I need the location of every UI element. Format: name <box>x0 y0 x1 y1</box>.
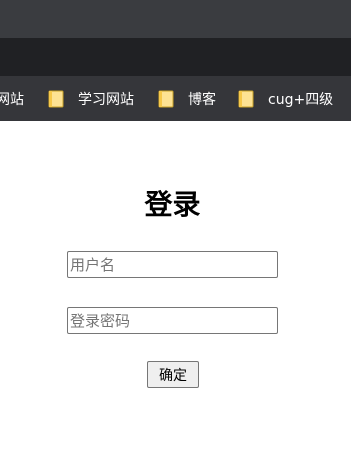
submit-button[interactable]: 确定 <box>147 361 199 388</box>
bookmark-label: 博客 <box>188 91 216 108</box>
bookmark-label: 网站 <box>0 91 24 108</box>
bookmark-item[interactable]: 博客 <box>158 76 216 121</box>
bookmark-item[interactable]: cug+四级 <box>238 76 333 121</box>
bookmark-item[interactable]: 学习网站 <box>48 76 134 121</box>
page-content: 登录 确定 <box>0 121 351 449</box>
browser-tab-strip <box>0 0 351 38</box>
bookmarks-bar: 网站 学习网站 博客 cug+四级 <box>0 76 351 121</box>
username-input[interactable] <box>67 251 278 278</box>
folder-icon <box>238 90 254 107</box>
password-input[interactable] <box>67 307 278 334</box>
folder-icon <box>48 90 64 107</box>
folder-icon <box>158 90 174 107</box>
browser-toolbar <box>0 38 351 76</box>
page-title: 登录 <box>144 188 201 221</box>
bookmark-label: 学习网站 <box>78 91 134 108</box>
bookmark-item[interactable]: 网站 <box>0 76 24 121</box>
bookmark-label: cug+四级 <box>268 91 334 108</box>
